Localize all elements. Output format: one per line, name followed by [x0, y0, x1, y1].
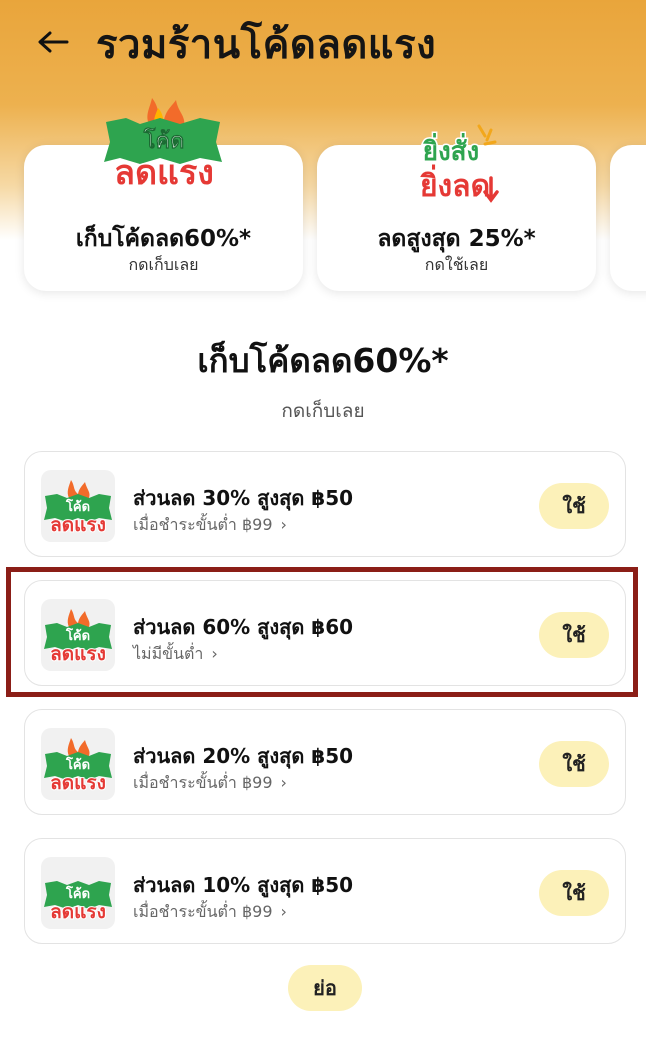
voucher-condition-text: เมื่อชำระขั้นต่ำ ฿99: [133, 902, 273, 921]
chevron-right-icon: ›: [280, 773, 287, 792]
voucher-logo: โค้ด ลดแรง: [41, 599, 115, 671]
voucher-title: ส่วนลด 30% สูงสุด ฿50: [133, 486, 354, 510]
code-lod-raeng-logo: โค้ด ลดแรง: [104, 98, 222, 195]
page-title: รวมร้านโค้ดลดแรง: [96, 22, 437, 68]
voucher-condition-text: ไม่มีขั้นต่ำ: [133, 644, 204, 663]
svg-text:โค้ด: โค้ด: [65, 885, 90, 902]
voucher-condition-text: เมื่อชำระขั้นต่ำ ฿99: [133, 773, 273, 792]
chevron-right-icon: ›: [280, 515, 287, 534]
svg-text:ยิ่งสั่ง: ยิ่งสั่ง: [423, 132, 480, 167]
svg-text:โค้ด: โค้ด: [65, 756, 90, 773]
use-button[interactable]: ใช้: [539, 870, 609, 916]
promo-card-subtitle: กดเก็บเลย: [128, 255, 199, 274]
promo-card-partial[interactable]: [610, 145, 646, 291]
chevron-right-icon: ›: [211, 644, 218, 663]
voucher-condition[interactable]: ไม่มีขั้นต่ำ ›: [133, 642, 218, 667]
voucher-title: ส่วนลด 20% สูงสุด ฿50: [133, 744, 354, 768]
ying-sang-ying-lod-logo: ยิ่งสั่ง ยิ่งลด: [418, 124, 499, 206]
use-button[interactable]: ใช้: [539, 741, 609, 787]
promo-card-title: ลดสูงสุด 25%*: [377, 226, 536, 252]
voucher-logo: โค้ด ลดแรง: [41, 728, 115, 800]
svg-text:ยิ่งลด: ยิ่งลด: [420, 164, 491, 204]
voucher-condition[interactable]: เมื่อชำระขั้นต่ำ ฿99 ›: [133, 771, 287, 796]
use-button[interactable]: ใช้: [539, 483, 609, 529]
voucher-condition[interactable]: เมื่อชำระขั้นต่ำ ฿99 ›: [133, 513, 287, 538]
voucher-logo: โค้ด ลดแรง: [41, 470, 115, 542]
svg-text:โค้ด: โค้ด: [65, 627, 90, 644]
section-subtitle: กดเก็บเลย: [281, 400, 365, 422]
promo-card-title: เก็บโค้ดลด60%*: [75, 226, 252, 252]
voucher-title: ส่วนลด 60% สูงสุด ฿60: [133, 615, 354, 639]
voucher-card[interactable]: โค้ด ลดแรง ส่วนลด 60% สูงสุด ฿60 ไม่มีขั…: [24, 580, 626, 686]
svg-text:ลดแรง: ลดแรง: [50, 901, 106, 923]
section-title: เก็บโค้ดลด60%*: [197, 341, 449, 380]
voucher-card[interactable]: โค้ด ลดแรง ส่วนลด 10% สูงสุด ฿50 เมื่อชำ…: [24, 838, 626, 944]
code-lod-raeng-logo: โค้ด ลดแรง: [44, 609, 112, 666]
arrow-left-icon: [38, 31, 69, 53]
svg-text:โค้ด: โค้ด: [65, 498, 90, 515]
svg-text:ลดแรง: ลดแรง: [50, 643, 106, 665]
voucher-card[interactable]: โค้ด ลดแรง ส่วนลด 30% สูงสุด ฿50 เมื่อชำ…: [24, 451, 626, 557]
svg-text:ลดแรง: ลดแรง: [114, 153, 214, 193]
use-button[interactable]: ใช้: [539, 612, 609, 658]
top-bar: รวมร้านโค้ดลดแรง: [0, 0, 646, 90]
voucher-logo: โค้ด ลดแรง: [41, 857, 115, 929]
promo-card-subtitle: กดใช้เลย: [424, 255, 489, 274]
code-lod-raeng-logo: โค้ด ลดแรง: [44, 738, 112, 795]
voucher-title: ส่วนลด 10% สูงสุด ฿50: [133, 873, 354, 897]
voucher-condition[interactable]: เมื่อชำระขั้นต่ำ ฿99 ›: [133, 900, 287, 925]
code-lod-raeng-logo: โค้ด ลดแรง: [44, 881, 112, 924]
chevron-right-icon: ›: [280, 902, 287, 921]
voucher-card[interactable]: โค้ด ลดแรง ส่วนลด 20% สูงสุด ฿50 เมื่อชำ…: [24, 709, 626, 815]
back-button[interactable]: [30, 22, 76, 62]
code-lod-raeng-logo: โค้ด ลดแรง: [44, 480, 112, 537]
collapse-button[interactable]: ย่อ: [288, 965, 362, 1011]
svg-text:ลดแรง: ลดแรง: [50, 514, 106, 536]
svg-text:ลดแรง: ลดแรง: [50, 772, 106, 794]
svg-text:โค้ด: โค้ด: [143, 127, 185, 154]
voucher-condition-text: เมื่อชำระขั้นต่ำ ฿99: [133, 515, 273, 534]
